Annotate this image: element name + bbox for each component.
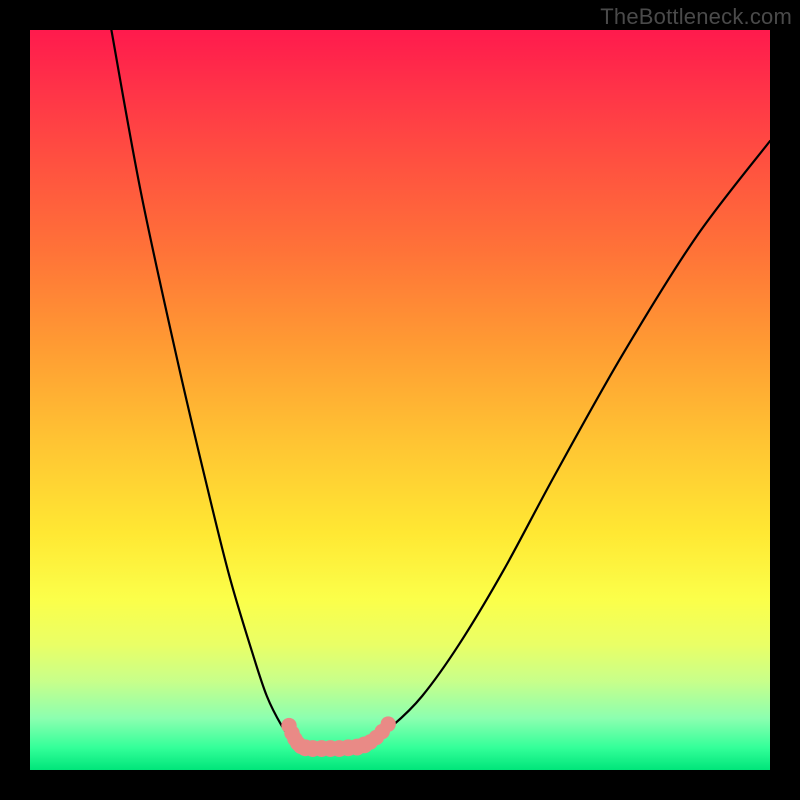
bottleneck-curve <box>111 30 770 748</box>
marker-dot <box>380 716 395 731</box>
chart-frame: TheBottleneck.com <box>0 0 800 800</box>
plot-area <box>30 30 770 770</box>
curve-layer <box>30 30 770 770</box>
watermark-text: TheBottleneck.com <box>600 4 792 30</box>
highlight-markers <box>281 716 396 757</box>
